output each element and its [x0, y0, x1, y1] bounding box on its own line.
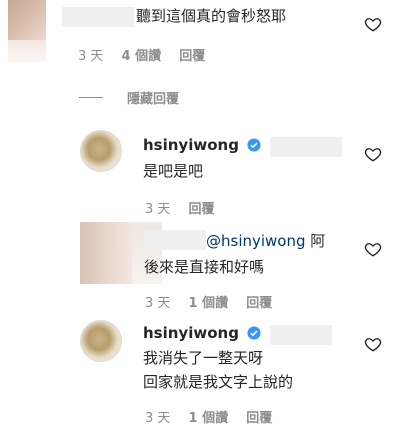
reply-text-line1: 我消失了一整天呀: [143, 349, 264, 367]
reply-text-line1: @hsinyiwong 阿: [206, 230, 325, 252]
reply-time: 3 天: [145, 411, 171, 426]
avatar[interactable]: [80, 130, 122, 172]
reply-likes-count[interactable]: 1 個讚: [189, 411, 229, 426]
like-heart-icon[interactable]: [364, 335, 382, 353]
mention-link[interactable]: @hsinyiwong: [206, 232, 306, 250]
reply-text-suffix: 阿: [310, 232, 326, 250]
comment-avatar-blurred-lower: [8, 40, 46, 62]
comment-text: 聽到這個真的會秒怒耶: [136, 7, 287, 25]
avatar[interactable]: [80, 320, 122, 362]
reply-likes-count[interactable]: 1 個讚: [189, 296, 229, 311]
hide-replies-link[interactable]: 隱藏回覆: [127, 88, 179, 107]
reply-link[interactable]: 回覆: [189, 202, 215, 217]
username[interactable]: hsinyiwong: [143, 324, 239, 342]
like-heart-icon[interactable]: [364, 15, 382, 33]
hide-replies-divider: [79, 97, 103, 98]
reply-text-line2: 回家就是我文字上說的: [143, 373, 294, 391]
reply-meta: 3 天 1 個讚 回覆: [145, 292, 286, 311]
username-redacted: [144, 230, 206, 250]
reply-link[interactable]: 回覆: [246, 296, 272, 311]
comment-likes-count[interactable]: 4 個讚: [122, 49, 162, 64]
avatar-blurred[interactable]: [80, 222, 132, 284]
comment-time: 3 天: [78, 49, 104, 64]
reply-meta: 3 天 1 個讚 回覆: [145, 407, 286, 426]
reply-text: 是吧是吧: [143, 162, 204, 180]
comment-meta: 3 天 4 個讚 回覆: [78, 45, 219, 64]
username-redacted: [62, 7, 134, 27]
reply-time: 3 天: [145, 202, 171, 217]
comment-avatar-blurred[interactable]: [8, 0, 46, 40]
reply-meta: 3 天 回覆: [145, 198, 229, 217]
reply-username-line: hsinyiwong: [143, 134, 261, 156]
username[interactable]: hsinyiwong: [143, 136, 239, 154]
like-heart-icon[interactable]: [364, 240, 382, 258]
reply-username-line: hsinyiwong: [143, 322, 261, 344]
reply-link[interactable]: 回覆: [246, 411, 272, 426]
verified-badge-icon: [247, 326, 261, 340]
reply-time: 3 天: [145, 296, 171, 311]
reply-text-line2: 後來是直接和好嗎: [144, 258, 265, 276]
username-redacted: [270, 325, 332, 345]
like-heart-icon[interactable]: [364, 145, 382, 163]
username-redacted: [270, 137, 342, 157]
reply-link[interactable]: 回覆: [179, 49, 205, 64]
verified-badge-icon: [247, 138, 261, 152]
